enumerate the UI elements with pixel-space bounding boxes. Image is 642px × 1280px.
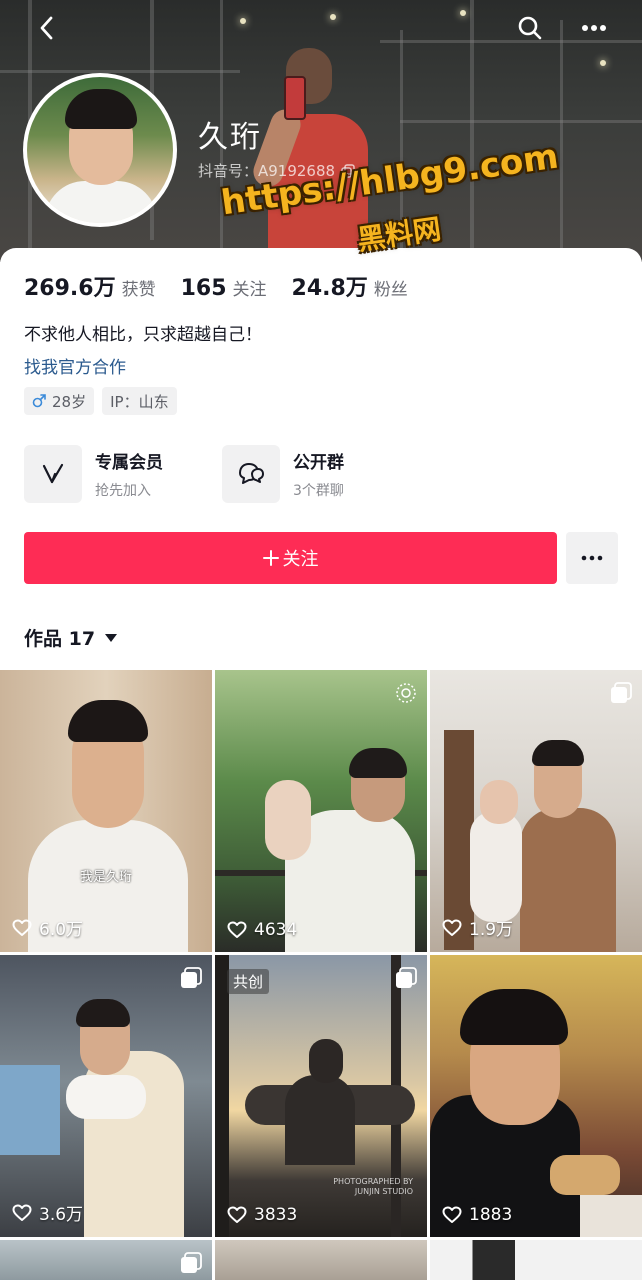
multi-image-icon [180, 967, 202, 989]
ceiling-light [600, 60, 606, 66]
like-count-value: 4634 [254, 920, 298, 940]
avatar[interactable] [23, 73, 177, 227]
like-count: 4634 [227, 920, 297, 940]
stat-label: 粉丝 [373, 280, 408, 300]
male-icon [32, 394, 46, 408]
member-tile[interactable]: 专属会员 抢先加入 [24, 445, 210, 503]
gym-rack [560, 20, 563, 262]
ceiling-light [330, 14, 336, 20]
back-button[interactable] [28, 10, 64, 46]
group-icon-box [222, 445, 280, 503]
stat-value: 24.8万 [291, 276, 368, 301]
stat-value: 269.6万 [24, 276, 116, 301]
video-thumbnail[interactable]: 3.6万 [0, 955, 212, 1237]
video-thumbnail[interactable] [0, 1240, 212, 1280]
video-thumbnail[interactable]: 我是久珩 6.0万 [0, 670, 212, 952]
ceiling-light [460, 10, 466, 16]
search-icon [518, 16, 542, 40]
gym-rack [400, 120, 642, 123]
video-thumbnail[interactable]: 4634 [215, 670, 427, 952]
video-thumbnail[interactable]: 1883 [430, 955, 642, 1237]
studio-watermark: PHOTOGRAPHED BY JUNJIN STUDIO [333, 1177, 413, 1196]
bio-text: 不求他人相比，只求超越自己！ [24, 325, 262, 345]
video-thumbnail[interactable] [430, 1240, 642, 1280]
ip-text: IP：山东 [110, 392, 169, 411]
feature-tiles: 专属会员 抢先加入 公开群 3个群聊 [24, 445, 408, 503]
age-tag: 28岁 [24, 387, 95, 415]
follow-button[interactable]: 关注 [24, 532, 557, 584]
group-chat-icon [239, 463, 264, 484]
like-count-value: 1.9万 [469, 920, 514, 940]
profile-header: 久珩 抖音号：A9192688 [0, 0, 642, 262]
multi-image-icon [180, 1252, 202, 1274]
like-count-value: 1883 [469, 1205, 513, 1225]
heart-icon [12, 919, 32, 936]
heart-icon [442, 919, 462, 936]
video-thumbnail[interactable]: 1.9万 [430, 670, 642, 952]
stats-row: 269.6万 获赞 165 关注 24.8万 粉丝 [24, 270, 433, 302]
age-text: 28岁 [52, 392, 87, 411]
stat-following[interactable]: 165 关注 [181, 275, 267, 301]
profile-tags: 28岁 IP：山东 [24, 387, 177, 415]
avatar-photo [27, 77, 173, 223]
video-caption: 我是久珩 [80, 870, 133, 885]
search-button[interactable] [512, 10, 548, 46]
heart-icon [442, 1206, 462, 1223]
member-tile-title: 专属会员 [95, 453, 163, 473]
video-thumbnail[interactable]: 共创 PHOTOGRAPHED BY JUNJIN STUDIO 3833 [215, 955, 427, 1237]
like-count: 3.6万 [12, 1200, 83, 1225]
group-tile-subtitle: 3个群聊 [293, 483, 344, 499]
stat-value: 165 [180, 276, 227, 301]
member-tile-subtitle: 抢先加入 [95, 483, 151, 499]
group-tile[interactable]: 公开群 3个群聊 [222, 445, 408, 503]
heart-icon [227, 921, 247, 938]
stat-label: 获赞 [121, 280, 156, 300]
works-label: 作品 17 [24, 628, 96, 650]
like-count: 6.0万 [12, 915, 83, 940]
video-thumbnail[interactable] [215, 1240, 427, 1280]
like-count: 1.9万 [442, 915, 513, 940]
co-create-badge: 共创 [227, 969, 270, 994]
chevron-left-icon [40, 16, 53, 40]
live-photo-icon [395, 682, 417, 704]
heart-icon [12, 1204, 32, 1221]
like-count-value: 3833 [254, 1205, 298, 1225]
like-count-value: 6.0万 [39, 920, 84, 940]
plus-icon [262, 550, 279, 566]
multi-image-icon [610, 682, 632, 704]
username: 久珩 [198, 120, 262, 155]
stat-label: 关注 [232, 280, 267, 300]
cooperation-link[interactable]: 找我官方合作 [24, 353, 126, 378]
gym-rack [0, 70, 240, 73]
multi-image-icon [395, 967, 417, 989]
like-count: 3833 [227, 1205, 297, 1225]
group-tile-title: 公开群 [293, 453, 344, 473]
follow-more-button[interactable] [566, 532, 618, 584]
like-count-value: 3.6万 [39, 1205, 84, 1225]
ip-tag: IP：山东 [102, 387, 177, 415]
works-tab[interactable]: 作品 17 [24, 624, 118, 651]
caret-down-icon [105, 633, 118, 642]
follow-label: 关注 [282, 549, 319, 569]
heart-icon [227, 1206, 247, 1223]
more-options-button[interactable] [576, 10, 612, 46]
more-dots-icon [581, 555, 603, 561]
member-icon-box [24, 445, 82, 503]
stat-likes: 269.6万 获赞 [24, 270, 156, 302]
stat-followers[interactable]: 24.8万 粉丝 [292, 270, 408, 302]
like-count: 1883 [442, 1205, 512, 1225]
member-v-icon [42, 463, 64, 484]
more-dots-icon [582, 25, 606, 31]
ceiling-light [240, 18, 246, 24]
